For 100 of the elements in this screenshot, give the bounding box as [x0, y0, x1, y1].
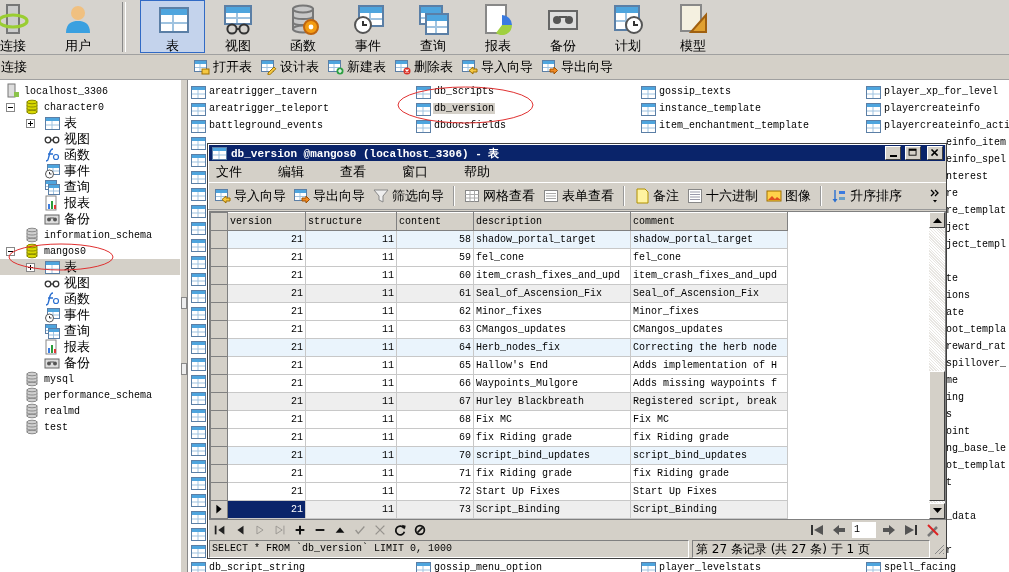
menu-item[interactable]: 帮助 [460, 163, 500, 182]
tree-item[interactable]: 事件 [0, 307, 180, 323]
column-header[interactable]: description [473, 212, 631, 231]
table-list-item[interactable]: player_xp_for_level [883, 86, 1000, 97]
table-list-item[interactable]: ng_base_le [946, 443, 1006, 454]
tree-item[interactable]: 查询 [0, 323, 180, 339]
tree-item[interactable]: character0 [0, 99, 180, 115]
toolbar-button[interactable]: 备份 [530, 0, 595, 53]
action-button[interactable]: 打开表 [190, 58, 256, 76]
tree-item[interactable]: 事件 [0, 163, 180, 179]
expander-icon[interactable] [26, 262, 35, 272]
minimize-button[interactable] [885, 146, 901, 161]
table-list-item[interactable]: areatrigger_teleport [208, 103, 331, 114]
toolbar-button[interactable]: 表 [140, 0, 205, 53]
table-list-item[interactable]: ing [946, 392, 964, 403]
action-button[interactable]: 导入向导 [458, 58, 537, 76]
table-list-item[interactable]: playercreateinfo_acti [883, 120, 1009, 131]
toolbar-button[interactable]: 报表 [465, 0, 530, 53]
table-list-item[interactable]: te [946, 273, 958, 284]
maximize-button[interactable] [905, 146, 921, 161]
tree-item[interactable]: 表 [0, 115, 180, 131]
table-list-item[interactable]: ot_templat [946, 460, 1006, 471]
table-list-item[interactable]: r [946, 545, 952, 556]
table-list-item[interactable]: oot_templa [946, 324, 1006, 335]
tree-item[interactable]: 函数 [0, 291, 180, 307]
table-list-item[interactable]: instance_template [658, 103, 763, 114]
tree-item[interactable]: test [0, 419, 180, 435]
page-field[interactable]: 1 [852, 522, 876, 538]
tree-item[interactable]: 备份 [0, 211, 180, 227]
table-list-item[interactable]: t [946, 477, 952, 488]
tree-item[interactable]: 视图 [0, 131, 180, 147]
tree-item[interactable]: mangos0 [0, 243, 180, 259]
tree-item[interactable]: 报表 [0, 339, 180, 355]
toolbar-button[interactable]: 计划 [595, 0, 660, 53]
tree-item[interactable]: 备份 [0, 355, 180, 371]
table-list-item[interactable]: player_levelstats [658, 562, 763, 572]
table-list-item[interactable]: ject [946, 222, 970, 233]
column-header[interactable]: structure [305, 212, 397, 231]
table-list-item[interactable]: s [946, 409, 952, 420]
action-button[interactable]: 新建表 [324, 58, 390, 76]
toolbar-button[interactable]: 连接 [0, 0, 45, 53]
column-header[interactable]: content [396, 212, 474, 231]
stop-button[interactable] [412, 522, 428, 538]
tree-item[interactable]: 函数 [0, 147, 180, 163]
scroll-up-icon[interactable] [932, 216, 942, 223]
tree-item[interactable]: performance_schema [0, 387, 180, 403]
table-list-item[interactable]: gossip_menu_option [433, 562, 544, 572]
toolbar-button[interactable]: 备注 [631, 187, 682, 206]
table-list-item[interactable]: ject_templ [946, 239, 1006, 250]
table-list-item[interactable]: areatrigger_tavern [208, 86, 319, 97]
table-list-item[interactable]: oint [946, 426, 970, 437]
toolbar-button[interactable]: 图像 [763, 187, 814, 206]
table-list-item[interactable]: db_script_string [208, 562, 306, 572]
table-list-item[interactable]: re [946, 188, 958, 199]
menu-item[interactable]: 编辑 [274, 163, 314, 182]
table-list-item[interactable]: ions [946, 290, 970, 301]
expander-icon[interactable] [6, 102, 15, 112]
table-list-item[interactable]: dbdocsfields [433, 120, 507, 131]
tree-item[interactable]: 报表 [0, 195, 180, 211]
menu-item[interactable]: 窗口 [398, 163, 438, 182]
toolbar-button[interactable]: 升序排序 [828, 187, 905, 206]
table-list-item[interactable]: db_version [433, 103, 495, 114]
menu-item[interactable]: 文件 [212, 163, 252, 182]
close-button[interactable] [927, 146, 943, 161]
tree-item[interactable]: mysql [0, 371, 180, 387]
table-list-item[interactable]: battleground_events [208, 120, 325, 131]
tree-item[interactable]: localhost_3306 [0, 83, 180, 99]
toolbar-button[interactable]: 事件 [335, 0, 400, 53]
tree-item[interactable]: 查询 [0, 179, 180, 195]
toolbar-button[interactable]: 用户 [45, 0, 110, 53]
table-list-item[interactable]: re_templat [946, 205, 1006, 216]
table-list-item[interactable]: playercreateinfo [883, 103, 981, 114]
expander-icon[interactable] [6, 246, 15, 256]
toolbar-button[interactable]: 视图 [205, 0, 270, 53]
table-list-item[interactable]: einfo_item [946, 137, 1006, 148]
expander-icon[interactable] [26, 118, 35, 128]
tree-item[interactable]: realmd [0, 403, 180, 419]
action-button[interactable]: 删除表 [391, 58, 457, 76]
vertical-scrollbar[interactable] [929, 211, 945, 519]
toolbar-button[interactable]: 表单查看 [540, 187, 617, 206]
action-button[interactable]: 导出向导 [538, 58, 617, 76]
tree-item[interactable]: 视图 [0, 275, 180, 291]
refresh-button[interactable] [392, 522, 408, 538]
toolbar-button[interactable]: 筛选向导 [370, 187, 447, 206]
column-header[interactable]: comment [630, 212, 788, 231]
table-list-item[interactable]: spillover_ [946, 358, 1006, 369]
toolbar-button[interactable]: 函数 [270, 0, 335, 53]
toolbar-button[interactable]: 导入向导 [212, 187, 289, 206]
table-list-item[interactable]: item_enchantment_template [658, 120, 811, 131]
toolbar-button[interactable]: 网格查看 [461, 187, 538, 206]
table-list-item[interactable]: db_scripts [433, 86, 495, 97]
scroll-down-icon[interactable] [932, 507, 942, 514]
splitter[interactable] [180, 80, 188, 572]
menu-item[interactable]: 查看 [336, 163, 376, 182]
table-list-item[interactable]: reward_rat [946, 341, 1006, 352]
table-list-item[interactable]: nterest [946, 171, 988, 182]
action-button[interactable]: 设计表 [257, 58, 323, 76]
tree-item[interactable]: 表 [0, 259, 180, 275]
table-list-item[interactable]: einfo_spel [946, 154, 1006, 165]
table-list-item[interactable]: _data [946, 511, 976, 522]
